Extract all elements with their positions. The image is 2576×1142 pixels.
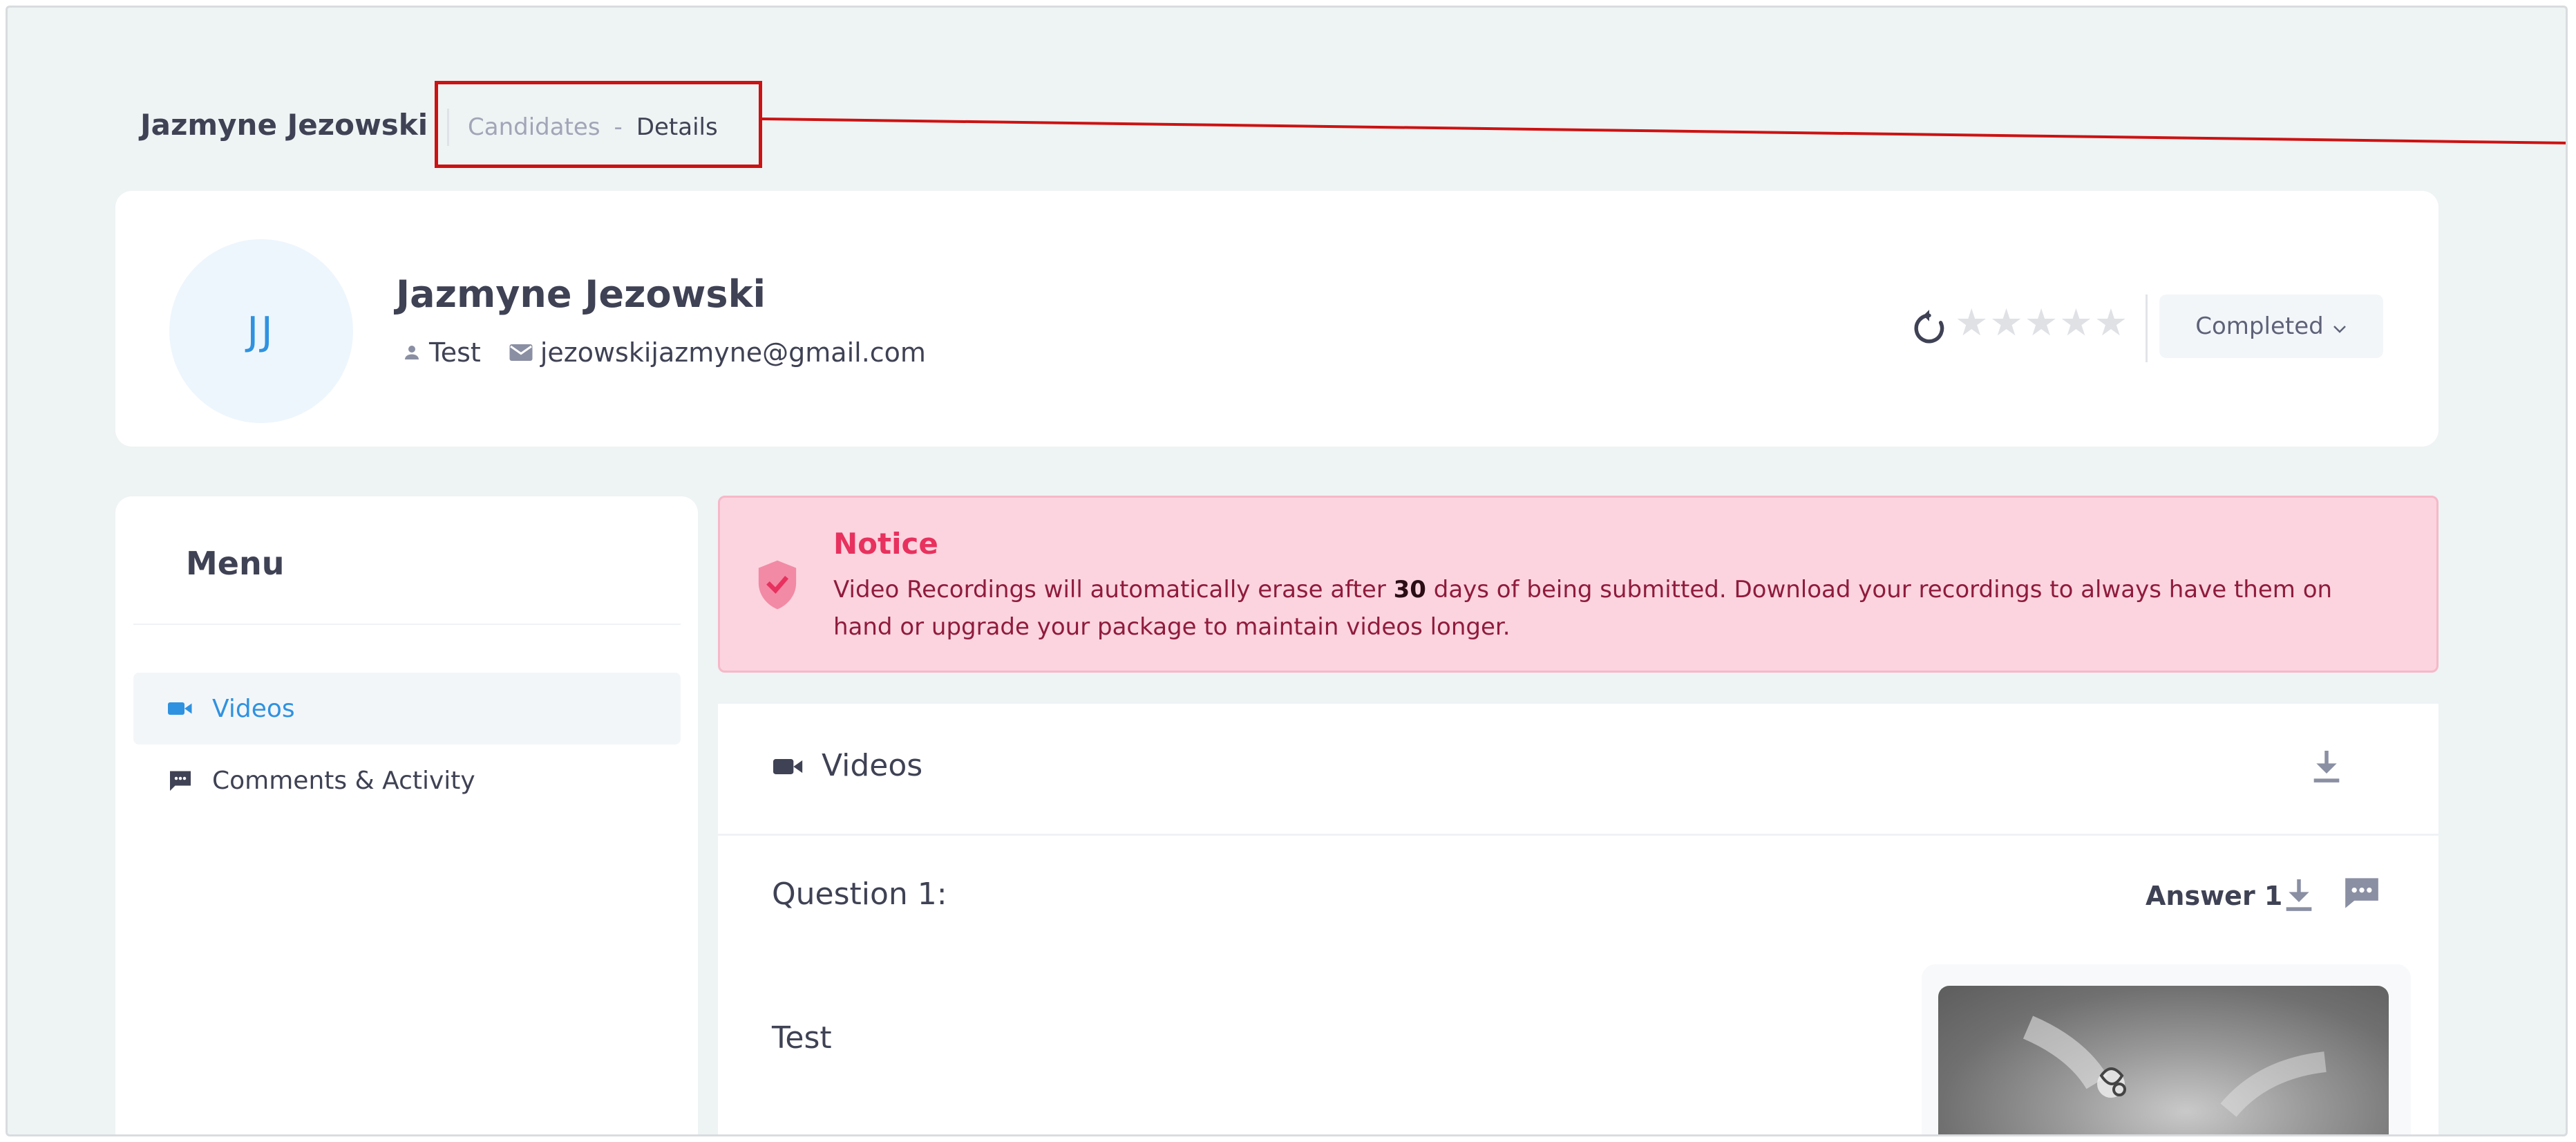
annotation-highlight-box (435, 81, 762, 168)
user-icon (401, 342, 422, 363)
download-all-icon[interactable] (2311, 748, 2342, 787)
comment-icon (168, 769, 193, 792)
shield-check-icon (755, 559, 800, 614)
video-camera-icon (168, 700, 193, 717)
retention-days: 30 (1393, 576, 1426, 603)
star-icon[interactable]: ★ (2059, 304, 2092, 341)
comment-answer-icon[interactable] (2342, 875, 2382, 914)
star-icon[interactable]: ★ (1989, 304, 2023, 341)
chevron-down-icon (2332, 312, 2347, 340)
reset-rating-icon[interactable] (1912, 308, 1947, 348)
page-title: Jazmyne Jezowski (140, 108, 428, 142)
star-icon[interactable]: ★ (1955, 304, 1988, 341)
notice-text-part: Video Recordings will automatically eras… (833, 576, 1394, 603)
avatar: JJ (169, 239, 353, 423)
divider (133, 624, 681, 625)
video-thumbnail[interactable] (1938, 986, 2389, 1134)
notice-banner: Notice Video Recordings will automatical… (718, 496, 2438, 673)
videos-header: Videos (718, 704, 2438, 836)
sidebar-item-label: Videos (212, 694, 295, 723)
candidate-email[interactable]: jezowskijazmyne@gmail.com (540, 337, 926, 368)
star-icon[interactable]: ★ (2025, 304, 2058, 341)
video-camera-icon (773, 756, 804, 780)
email-icon (509, 342, 533, 363)
status-label: Completed (2195, 312, 2324, 340)
app-frame: Jazmyne Jezowski Candidates - Details JJ… (6, 6, 2568, 1136)
divider (2146, 294, 2148, 362)
rating-stars[interactable]: ★ ★ ★ ★ ★ (1955, 304, 2128, 341)
candidate-name: Jazmyne Jezowski (396, 272, 766, 316)
answer-label: Answer 1 (2146, 881, 2283, 911)
question-text: Test (772, 1020, 832, 1056)
videos-panel: Videos Question 1: Answer 1 Test (718, 704, 2438, 1134)
candidate-role: Test (429, 337, 481, 368)
sidebar-menu: Menu Videos Comments & Activity (115, 496, 698, 1134)
status-dropdown[interactable]: Completed (2159, 294, 2383, 358)
question-title: Question 1: (772, 877, 947, 912)
menu-title: Menu (186, 545, 285, 582)
notice-text: Video Recordings will automatically eras… (833, 571, 2395, 646)
sidebar-item-label: Comments & Activity (212, 766, 475, 795)
videos-title: Videos (822, 748, 923, 783)
sidebar-item-videos[interactable]: Videos (133, 673, 681, 745)
candidate-meta: Test jezowskijazmyne@gmail.com (401, 337, 926, 368)
sidebar-item-comments-activity[interactable]: Comments & Activity (133, 745, 681, 816)
candidate-profile-card: JJ Jazmyne Jezowski Test jezowskijazmyne… (115, 191, 2438, 447)
star-icon[interactable]: ★ (2094, 304, 2128, 341)
notice-title: Notice (833, 527, 938, 561)
download-answer-icon[interactable] (2284, 877, 2314, 915)
